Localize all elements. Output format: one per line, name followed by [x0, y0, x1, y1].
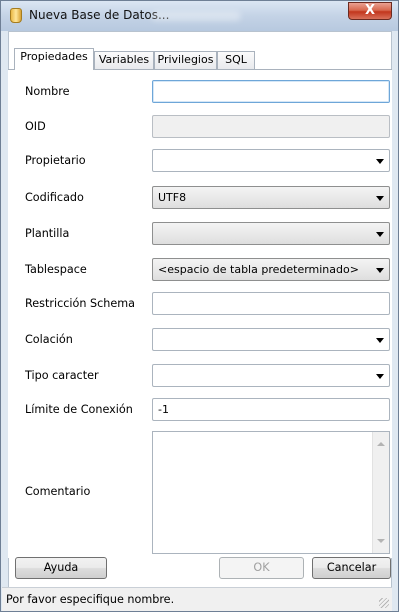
tablespace-select[interactable]: <espacio de tabla predeterminado> — [152, 258, 390, 281]
chevron-down-icon[interactable] — [376, 232, 384, 237]
comentario-label: Comentario — [25, 485, 91, 498]
resize-grip-icon[interactable] — [379, 598, 389, 608]
colacion-combobox[interactable] — [152, 328, 390, 351]
title-bar[interactable]: Nueva Base de Datos... X — [1, 1, 398, 31]
colacion-label: Colación — [25, 333, 73, 346]
scroll-up-icon[interactable] — [377, 442, 385, 446]
plantilla-label: Plantilla — [25, 227, 70, 240]
comentario-scrollbar[interactable] — [372, 432, 389, 553]
status-text: Por favor especifique nombre. — [6, 593, 175, 606]
database-icon — [10, 8, 22, 23]
codificado-label: Codificado — [25, 191, 84, 204]
ok-button[interactable]: OK — [219, 557, 304, 579]
limite-conexion-input[interactable]: -1 — [152, 398, 390, 421]
chevron-down-icon[interactable] — [376, 374, 384, 379]
limite-conexion-value: -1 — [158, 403, 169, 416]
tipo-caracter-label: Tipo caracter — [25, 369, 99, 382]
nombre-input[interactable] — [152, 80, 390, 103]
nombre-label: Nombre — [25, 85, 70, 98]
restriccion-schema-input[interactable] — [152, 292, 390, 315]
close-button[interactable]: X — [348, 2, 392, 20]
tab-propiedades[interactable]: Propiedades — [14, 48, 94, 70]
chevron-down-icon[interactable] — [376, 338, 384, 343]
chevron-down-icon[interactable] — [376, 159, 384, 164]
oid-input — [152, 115, 390, 138]
dialog-window: Nueva Base de Datos... X Propiedades Var… — [0, 0, 399, 612]
tablespace-label: Tablespace — [25, 263, 87, 276]
tab-privilegios[interactable]: Privilegios — [154, 51, 217, 69]
window-title: Nueva Base de Datos... — [29, 8, 170, 22]
help-button[interactable]: Ayuda — [15, 557, 107, 579]
restriccion-schema-label: Restricción Schema — [25, 297, 135, 310]
oid-label: OID — [25, 120, 46, 133]
scroll-down-icon[interactable] — [377, 539, 385, 543]
tab-variables[interactable]: Variables — [94, 51, 154, 69]
chevron-down-icon[interactable] — [376, 268, 384, 273]
limite-conexion-label: Límite de Conexión — [25, 403, 133, 416]
status-bar: Por favor especifique nombre. — [2, 587, 392, 611]
propietario-combobox[interactable] — [152, 149, 390, 172]
codificado-value: UTF8 — [158, 191, 187, 204]
plantilla-select[interactable] — [152, 222, 390, 245]
cancel-button[interactable]: Cancelar — [312, 557, 391, 579]
tipo-caracter-combobox[interactable] — [152, 364, 390, 387]
title-glow — [151, 11, 241, 21]
tab-sql[interactable]: SQL — [217, 51, 255, 69]
chevron-down-icon[interactable] — [376, 196, 384, 201]
propietario-label: Propietario — [25, 154, 86, 167]
tablespace-value: <espacio de tabla predeterminado> — [158, 263, 359, 276]
codificado-select[interactable]: UTF8 — [152, 186, 390, 209]
comentario-textarea[interactable] — [152, 431, 390, 554]
